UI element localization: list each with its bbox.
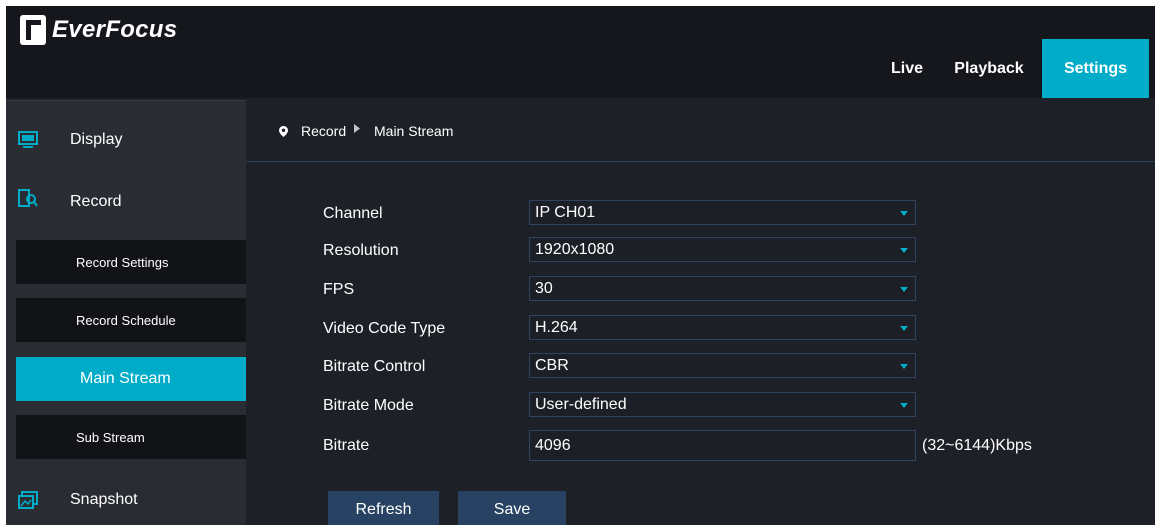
bitrate-label: Bitrate [323, 437, 370, 454]
fps-value: 30 [535, 280, 553, 297]
chevron-right-icon [354, 124, 360, 133]
bitrate-control-select[interactable]: CBR [529, 353, 916, 378]
app-window: EverFocus Live Playback Settings Display… [6, 6, 1155, 525]
bitrate-input[interactable] [529, 430, 916, 461]
resolution-select[interactable]: 1920x1080 [529, 237, 916, 262]
top-header: EverFocus Live Playback Settings [6, 6, 1155, 98]
record-search-icon [18, 189, 38, 207]
sidebar-subitem-label: Record Schedule [76, 312, 176, 328]
fps-select[interactable]: 30 [529, 276, 916, 301]
sidebar-item-record[interactable]: Record [6, 171, 246, 233]
bitrate-range-hint: (32~6144)Kbps [922, 437, 1032, 454]
bitrate-control-value: CBR [535, 357, 569, 374]
tab-playback[interactable]: Playback [936, 39, 1042, 98]
chevron-down-icon [900, 403, 908, 408]
chevron-down-icon [900, 364, 908, 369]
main-panel: Record Main Stream Channel IP CH01 Resol… [246, 100, 1155, 525]
bitrate-mode-value: User-defined [535, 396, 627, 413]
sidebar-item-snapshot[interactable]: Snapshot [6, 469, 246, 525]
monitor-icon [18, 131, 38, 148]
tab-settings[interactable]: Settings [1042, 39, 1149, 98]
everfocus-logo-icon [20, 15, 46, 45]
fps-label: FPS [323, 281, 355, 298]
sidebar-item-label: Display [70, 131, 123, 148]
sidebar-item-label: Snapshot [70, 491, 138, 508]
location-pin-icon [279, 126, 288, 137]
breadcrumb-page: Main Stream [374, 123, 454, 139]
sidebar-item-main-stream[interactable]: Main Stream [16, 357, 246, 401]
chevron-down-icon [900, 287, 908, 292]
sidebar-item-sub-stream[interactable]: Sub Stream [16, 415, 246, 459]
brand-logo: EverFocus [20, 12, 177, 48]
sidebar-subitem-label: Record Settings [76, 254, 169, 270]
channel-label: Channel [323, 205, 383, 222]
sidebar-item-display[interactable]: Display [6, 109, 246, 171]
channel-value: IP CH01 [535, 204, 596, 221]
chevron-down-icon [900, 248, 908, 253]
settings-sidebar: Display Record Record Settings Record Sc… [6, 100, 246, 525]
refresh-button[interactable]: Refresh [328, 491, 439, 525]
video-code-type-select[interactable]: H.264 [529, 315, 916, 340]
chevron-down-icon [900, 211, 908, 216]
bitrate-mode-label: Bitrate Mode [323, 397, 414, 414]
main-nav: Live Playback Settings [878, 39, 1149, 98]
chevron-down-icon [900, 326, 908, 331]
channel-select[interactable]: IP CH01 [529, 200, 916, 225]
sidebar-item-record-schedule[interactable]: Record Schedule [16, 298, 246, 342]
video-code-type-label: Video Code Type [323, 320, 446, 337]
video-code-type-value: H.264 [535, 319, 578, 336]
brand-name: EverFocus [52, 16, 178, 43]
snapshot-image-icon [18, 491, 38, 509]
sidebar-item-label: Record [70, 193, 122, 210]
sidebar-subitem-label: Sub Stream [76, 429, 145, 445]
bitrate-control-label: Bitrate Control [323, 358, 426, 375]
save-button[interactable]: Save [458, 491, 566, 525]
breadcrumb: Record Main Stream [246, 100, 1155, 162]
bitrate-mode-select[interactable]: User-defined [529, 392, 916, 417]
sidebar-subitem-label: Main Stream [80, 370, 171, 387]
tab-live[interactable]: Live [878, 39, 936, 98]
resolution-label: Resolution [323, 242, 399, 259]
breadcrumb-section[interactable]: Record [301, 123, 346, 139]
resolution-value: 1920x1080 [535, 241, 615, 258]
sidebar-item-record-settings[interactable]: Record Settings [16, 240, 246, 284]
